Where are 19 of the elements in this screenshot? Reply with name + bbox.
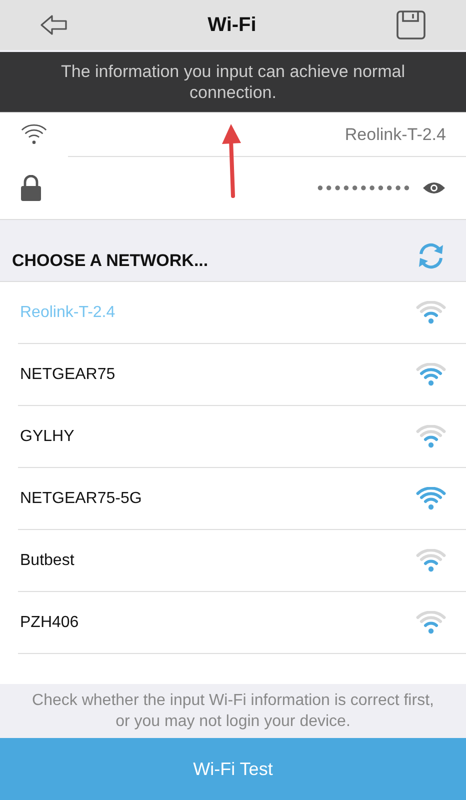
network-item[interactable]: PZH406 (0, 592, 466, 654)
password-field[interactable]: ●●●●●●●●●●● (316, 182, 412, 194)
show-password-button[interactable] (422, 181, 446, 195)
lock-icon (20, 175, 42, 201)
network-item[interactable]: NETGEAR75-5G (0, 468, 466, 530)
hint-text: Check whether the input Wi-Fi information is correct first, or you may not login your device. (0, 684, 466, 738)
section-heading: CHOOSE A NETWORK... (12, 251, 208, 271)
current-network-name: Reolink-T-2.4 (344, 125, 446, 145)
network-item[interactable]: Butbest (0, 530, 466, 592)
save-button[interactable] (396, 10, 426, 40)
back-arrow-icon (40, 14, 68, 36)
eye-icon (422, 181, 446, 195)
network-item[interactable]: GYLHY (0, 406, 466, 468)
network-item[interactable]: NETGEAR75 (0, 344, 466, 406)
toast-message: The information you input can achieve normal connection. (0, 52, 466, 112)
screen-title: Wi-Fi (208, 14, 256, 36)
wifi-icon (20, 124, 48, 146)
back-button[interactable] (40, 14, 68, 36)
refresh-icon (416, 241, 446, 271)
